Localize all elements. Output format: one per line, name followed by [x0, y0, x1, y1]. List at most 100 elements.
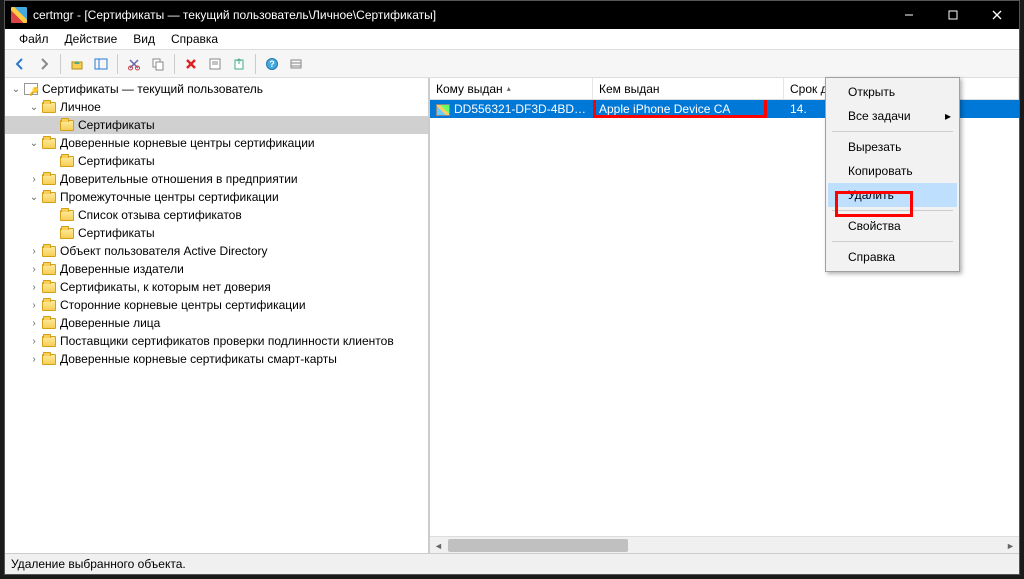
- folder-icon: [41, 244, 57, 258]
- folder-icon: [41, 100, 57, 114]
- folder-icon: [41, 316, 57, 330]
- submenu-arrow-icon: ▸: [945, 109, 951, 123]
- tree-label: Объект пользователя Active Directory: [60, 244, 268, 258]
- minimize-button[interactable]: [887, 1, 931, 29]
- tree-item[interactable]: ⌄Личное: [5, 98, 428, 116]
- close-button[interactable]: [975, 1, 1019, 29]
- chevron-down-icon[interactable]: ⌄: [27, 102, 41, 113]
- tree-item[interactable]: › Доверительные отношения в предприятии: [5, 170, 428, 188]
- toolbar: ?: [5, 50, 1019, 78]
- menu-action[interactable]: Действие: [57, 30, 126, 48]
- chevron-right-icon[interactable]: ›: [27, 300, 41, 311]
- chevron-right-icon[interactable]: ›: [27, 246, 41, 257]
- ctx-open[interactable]: Открыть: [828, 80, 957, 104]
- sort-asc-icon: ▴: [507, 84, 511, 93]
- tree-item-child[interactable]: Сертификаты: [5, 224, 428, 242]
- tree-item[interactable]: › Объект пользователя Active Directory: [5, 242, 428, 260]
- folder-icon: [41, 352, 57, 366]
- tree-item[interactable]: ⌄Промежуточные центры сертификации: [5, 188, 428, 206]
- tree-label: Доверенные корневые центры сертификации: [60, 136, 315, 150]
- scroll-thumb[interactable]: [448, 539, 628, 552]
- menu-help[interactable]: Справка: [163, 30, 226, 48]
- folder-icon: [41, 136, 57, 150]
- ctx-all-tasks[interactable]: Все задачи▸: [828, 104, 957, 128]
- tree-label: Сертификаты — текущий пользователь: [42, 82, 263, 96]
- tree-root[interactable]: ⌄ Сертификаты — текущий пользователь: [5, 80, 428, 98]
- menu-file[interactable]: Файл: [11, 30, 57, 48]
- folder-icon: [59, 208, 75, 222]
- tree-label: Доверенные издатели: [60, 262, 184, 276]
- tree-label: Доверенные корневые сертификаты смарт-ка…: [60, 352, 337, 366]
- chevron-right-icon[interactable]: ›: [27, 174, 41, 185]
- tree-label: Сертификаты, к которым нет доверия: [60, 280, 271, 294]
- statusbar: Удаление выбранного объекта.: [5, 553, 1019, 574]
- tree-pane[interactable]: ⌄Сертификаты — текущий пользователь⌄Личн…: [5, 78, 430, 553]
- tree-label: Сертификаты: [78, 118, 155, 132]
- folder-icon: [41, 190, 57, 204]
- folder-icon: [41, 334, 57, 348]
- delete-button[interactable]: [180, 53, 202, 75]
- context-menu: Открыть Все задачи▸ Вырезать Копировать …: [825, 77, 960, 272]
- ctx-separator: [832, 210, 953, 211]
- export-button[interactable]: [228, 53, 250, 75]
- copy-button[interactable]: [147, 53, 169, 75]
- chevron-down-icon[interactable]: ⌄: [9, 84, 23, 95]
- certmgr-window: certmgr - [Сертификаты — текущий пользов…: [4, 0, 1020, 575]
- ctx-cut[interactable]: Вырезать: [828, 135, 957, 159]
- tree-item-child[interactable]: Сертификаты: [5, 152, 428, 170]
- col-issued-to[interactable]: Кому выдан▴: [430, 78, 593, 99]
- scroll-left-icon[interactable]: ◄: [430, 537, 447, 554]
- show-hide-tree-button[interactable]: [90, 53, 112, 75]
- tree-item[interactable]: › Сторонние корневые центры сертификации: [5, 296, 428, 314]
- folder-icon: [41, 298, 57, 312]
- tree-item[interactable]: › Доверенные корневые сертификаты смарт-к…: [5, 350, 428, 368]
- cell-issued-by: Apple iPhone Device CA: [593, 101, 784, 117]
- col-label: Кем выдан: [599, 82, 660, 96]
- tree-label: Доверительные отношения в предприятии: [60, 172, 298, 186]
- tree-label: Список отзыва сертификатов: [78, 208, 242, 222]
- chevron-down-icon[interactable]: ⌄: [27, 138, 41, 149]
- chevron-right-icon[interactable]: ›: [27, 336, 41, 347]
- tree-item-child[interactable]: Список отзыва сертификатов: [5, 206, 428, 224]
- folder-icon: [41, 280, 57, 294]
- ctx-delete[interactable]: Удалить: [828, 183, 957, 207]
- tree-label: Доверенные лица: [60, 316, 160, 330]
- tree-label: Поставщики сертификатов проверки подлинн…: [60, 334, 394, 348]
- window-title: certmgr - [Сертификаты — текущий пользов…: [33, 8, 887, 22]
- forward-button[interactable]: [33, 53, 55, 75]
- tree-item[interactable]: › Поставщики сертификатов проверки подлин…: [5, 332, 428, 350]
- chevron-right-icon[interactable]: ›: [27, 282, 41, 293]
- folder-icon: [59, 118, 75, 132]
- maximize-button[interactable]: [931, 1, 975, 29]
- help-button[interactable]: ?: [261, 53, 283, 75]
- chevron-down-icon[interactable]: ⌄: [27, 192, 41, 203]
- menu-view[interactable]: Вид: [125, 30, 163, 48]
- chevron-right-icon[interactable]: ›: [27, 354, 41, 365]
- tree-label: Сторонние корневые центры сертификации: [60, 298, 306, 312]
- ctx-copy[interactable]: Копировать: [828, 159, 957, 183]
- tree-item[interactable]: ⌄ Доверенные корневые центры сертификации: [5, 134, 428, 152]
- folder-icon: [59, 226, 75, 240]
- ctx-help[interactable]: Справка: [828, 245, 957, 269]
- col-issued-by[interactable]: Кем выдан: [593, 78, 784, 99]
- tree-item[interactable]: › Доверенные издатели: [5, 260, 428, 278]
- tree-item[interactable]: › Сертификаты, к которым нет доверия: [5, 278, 428, 296]
- up-folder-button[interactable]: [66, 53, 88, 75]
- list-view-button[interactable]: [285, 53, 307, 75]
- status-text: Удаление выбранного объекта.: [11, 557, 186, 571]
- cell-issued-to: DD556321-DF3D-4BD9-9C69-60...: [430, 101, 593, 117]
- certroot-icon: [23, 82, 39, 96]
- tree-label: Сертификаты: [78, 154, 155, 168]
- tree-item-child[interactable]: Сертификаты: [5, 116, 428, 134]
- back-button[interactable]: [9, 53, 31, 75]
- chevron-right-icon[interactable]: ›: [27, 318, 41, 329]
- ctx-properties[interactable]: Свойства: [828, 214, 957, 238]
- titlebar[interactable]: certmgr - [Сертификаты — текущий пользов…: [5, 1, 1019, 29]
- tree-item[interactable]: › Доверенные лица: [5, 314, 428, 332]
- properties-button[interactable]: [204, 53, 226, 75]
- app-icon: [11, 7, 27, 23]
- cut-button[interactable]: [123, 53, 145, 75]
- horizontal-scrollbar[interactable]: ◄ ►: [430, 536, 1019, 553]
- scroll-right-icon[interactable]: ►: [1002, 537, 1019, 554]
- chevron-right-icon[interactable]: ›: [27, 264, 41, 275]
